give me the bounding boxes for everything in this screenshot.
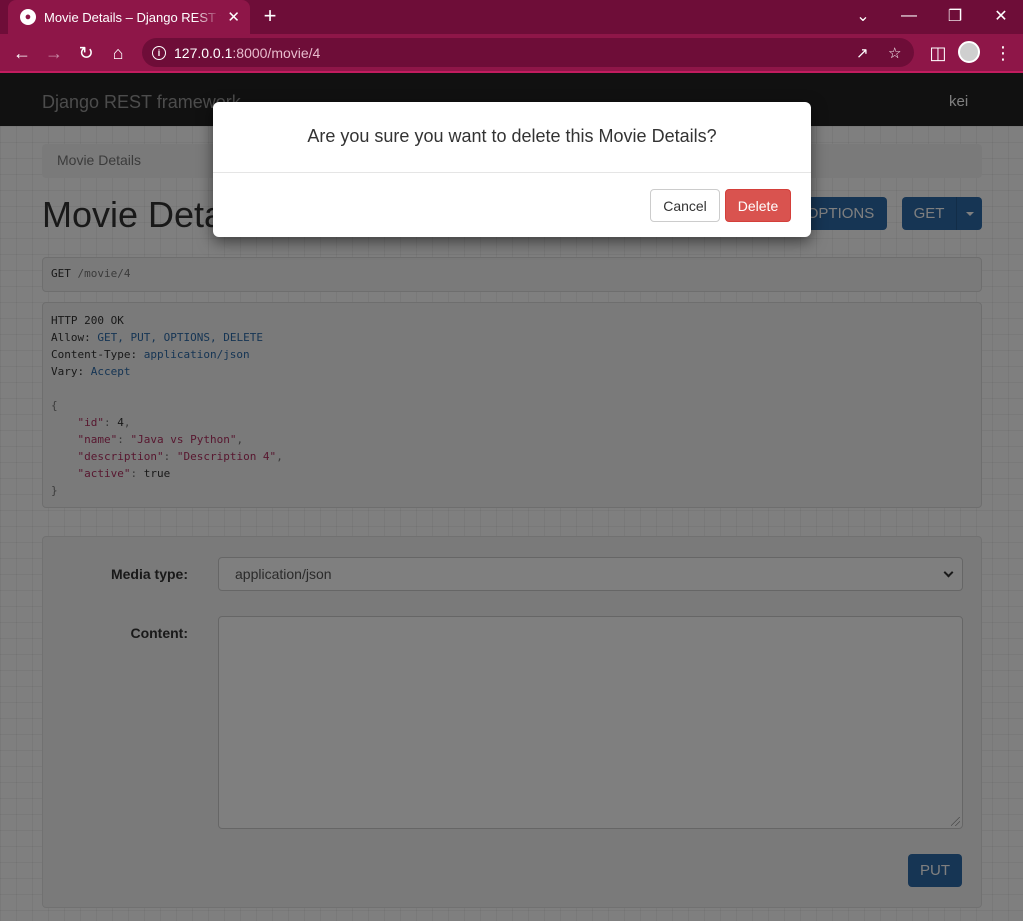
address-bar[interactable]: i 127.0.0.1:8000/movie/4 ↗ ☆ [142,38,914,67]
delete-button[interactable]: Delete [725,189,791,222]
home-icon[interactable]: ⌂ [105,40,131,66]
menu-icon[interactable]: ⋮ [990,40,1016,66]
star-icon[interactable]: ☆ [888,44,901,62]
window-close-icon[interactable]: ✕ [988,3,1014,29]
info-icon[interactable]: i [152,45,166,60]
browser-tab[interactable]: ● Movie Details – Django REST framework … [8,0,250,34]
reload-icon[interactable]: ↻ [73,40,99,66]
tab-title: Movie Details – Django REST framework [44,9,222,25]
sidepanel-icon[interactable]: ◫ [925,40,951,66]
dialog-title: Are you sure you want to delete this Mov… [307,126,717,146]
browser-tab-strip: ● Movie Details – Django REST framework … [0,0,1023,34]
share-icon[interactable]: ↗ [856,44,869,62]
close-icon[interactable]: ✕ [227,8,240,26]
avatar[interactable] [958,41,980,63]
cancel-button[interactable]: Cancel [650,189,720,222]
dialog-divider [213,172,811,173]
back-icon[interactable]: ← [9,40,35,66]
restore-icon[interactable]: ❐ [942,3,968,29]
cancel-button-label: Cancel [663,197,707,214]
browser-toolbar: ← → ↻ ⌂ i 127.0.0.1:8000/movie/4 ↗ ☆ ◫ ⋮ [0,34,1023,71]
forward-icon[interactable]: → [41,40,67,66]
plus-icon[interactable]: + [258,5,282,28]
minimize-icon[interactable]: — [896,3,922,29]
url-path: :8000/movie/4 [232,44,321,61]
delete-confirm-dialog: Are you sure you want to delete this Mov… [213,102,811,237]
delete-button-label: Delete [737,197,779,214]
chevron-down-icon[interactable]: ⌄ [850,3,876,29]
globe-icon: ● [20,9,36,25]
url-host: 127.0.0.1 [174,44,233,61]
